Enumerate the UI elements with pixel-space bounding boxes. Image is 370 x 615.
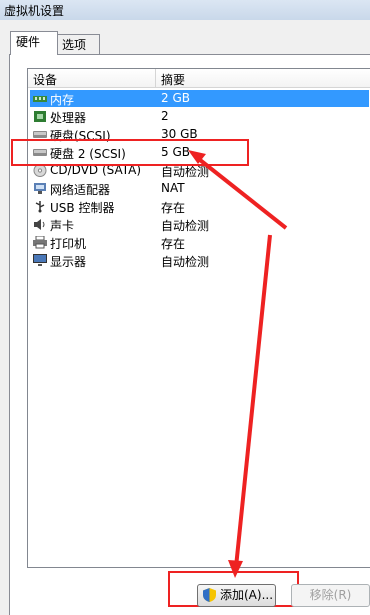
annotation-arrow-to-hard-disk <box>193 154 288 230</box>
annotation-arrow-to-add-button <box>234 234 272 568</box>
annotation-arrowhead-add-button <box>228 560 243 578</box>
tab-hardware[interactable]: 硬件 <box>10 31 58 55</box>
annotation-arrows <box>188 150 288 578</box>
